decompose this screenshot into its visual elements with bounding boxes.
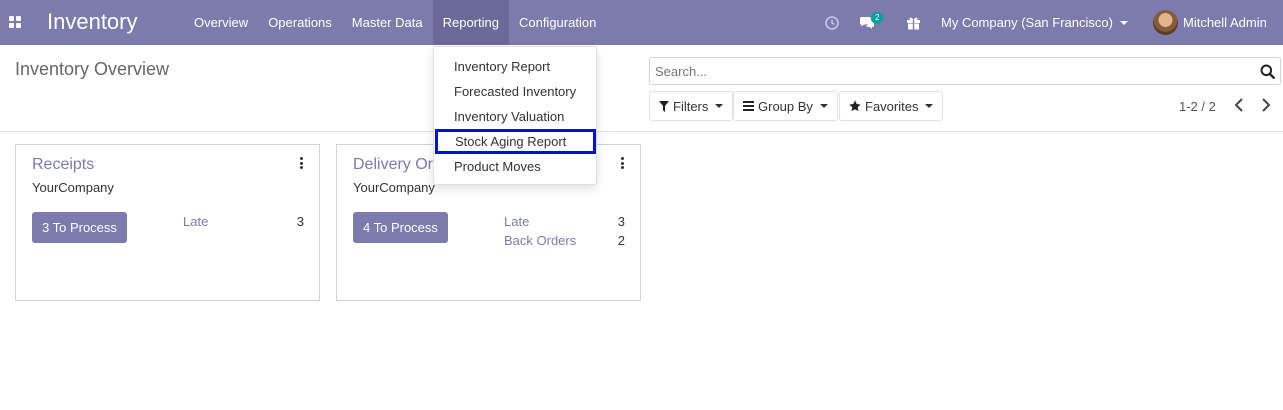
menu-master-data[interactable]: Master Data	[342, 0, 433, 45]
favorites-chevron-down-icon	[925, 104, 934, 108]
pager-value: 1-2 / 2	[1179, 99, 1216, 114]
gift-icon[interactable]	[906, 0, 921, 45]
kebab-menu-icon[interactable]	[621, 157, 625, 169]
filters-label: Filters	[673, 98, 709, 114]
menu-item-product-moves[interactable]: Product Moves	[434, 154, 596, 179]
group-by-chevron-down-icon	[819, 104, 828, 108]
messages-icon[interactable]: 2	[859, 0, 884, 45]
user-menu[interactable]: Mitchell Admin	[1153, 0, 1267, 45]
kebab-menu-icon[interactable]	[300, 157, 304, 169]
page-title: Inventory Overview	[15, 59, 170, 79]
back-orders-link[interactable]: Back Orders	[504, 233, 576, 248]
apps-menu-icon[interactable]	[9, 16, 21, 28]
menu-item-inventory-valuation[interactable]: Inventory Valuation	[434, 104, 596, 129]
menu-configuration[interactable]: Configuration	[509, 0, 606, 45]
to-process-button[interactable]: 4 To Process	[353, 212, 448, 243]
menu-overview[interactable]: Overview	[184, 0, 258, 45]
app-brand[interactable]: Inventory	[47, 9, 138, 35]
avatar	[1153, 10, 1178, 35]
activity-clock-icon[interactable]	[825, 0, 839, 45]
card-company: YourCompany	[353, 180, 435, 195]
menu-operations[interactable]: Operations	[258, 0, 342, 45]
company-name: My Company (San Francisco)	[941, 15, 1113, 30]
search-input[interactable]	[650, 58, 1240, 84]
back-orders-count: 2	[617, 233, 625, 248]
group-by-label: Group By	[758, 98, 813, 114]
search-box	[649, 57, 1281, 85]
star-icon	[849, 100, 861, 112]
main-menu: Overview Operations Master Data Reportin…	[184, 0, 606, 45]
to-process-button[interactable]: 3 To Process	[32, 212, 127, 243]
favorites-button[interactable]: Favorites	[839, 91, 944, 121]
filter-icon	[659, 100, 669, 112]
company-chevron-down-icon	[1119, 20, 1128, 25]
company-switcher[interactable]: My Company (San Francisco)	[941, 0, 1128, 45]
control-panel: Inventory Overview Filters Group By Favo…	[0, 45, 1283, 132]
menu-item-inventory-report[interactable]: Inventory Report	[434, 54, 596, 79]
menu-item-forecasted-inventory[interactable]: Forecasted Inventory	[434, 79, 596, 104]
late-link[interactable]: Late	[183, 214, 208, 229]
chevron-left-icon[interactable]	[1234, 98, 1244, 117]
reporting-dropdown-menu: Inventory Report Forecasted Inventory In…	[433, 46, 597, 185]
late-count: 3	[296, 214, 304, 229]
user-name: Mitchell Admin	[1183, 15, 1267, 30]
late-count: 3	[617, 214, 625, 229]
late-link[interactable]: Late	[504, 214, 529, 229]
card-title[interactable]: Receipts	[32, 156, 94, 174]
messages-count-badge: 2	[871, 12, 884, 24]
kanban-card-receipts: Receipts YourCompany 3 To Process Late 3	[15, 144, 320, 301]
group-by-button[interactable]: Group By	[733, 91, 838, 121]
filters-chevron-down-icon	[715, 104, 724, 108]
bars-icon	[743, 101, 754, 111]
chevron-right-icon[interactable]	[1261, 98, 1271, 117]
card-company: YourCompany	[32, 180, 114, 195]
favorites-label: Favorites	[865, 98, 919, 114]
filters-button[interactable]: Filters	[649, 91, 734, 121]
top-navbar: Inventory Overview Operations Master Dat…	[0, 0, 1283, 45]
menu-reporting[interactable]: Reporting	[432, 0, 509, 45]
search-icon[interactable]	[1260, 64, 1275, 84]
menu-item-stock-aging-report[interactable]: Stock Aging Report	[435, 129, 596, 154]
